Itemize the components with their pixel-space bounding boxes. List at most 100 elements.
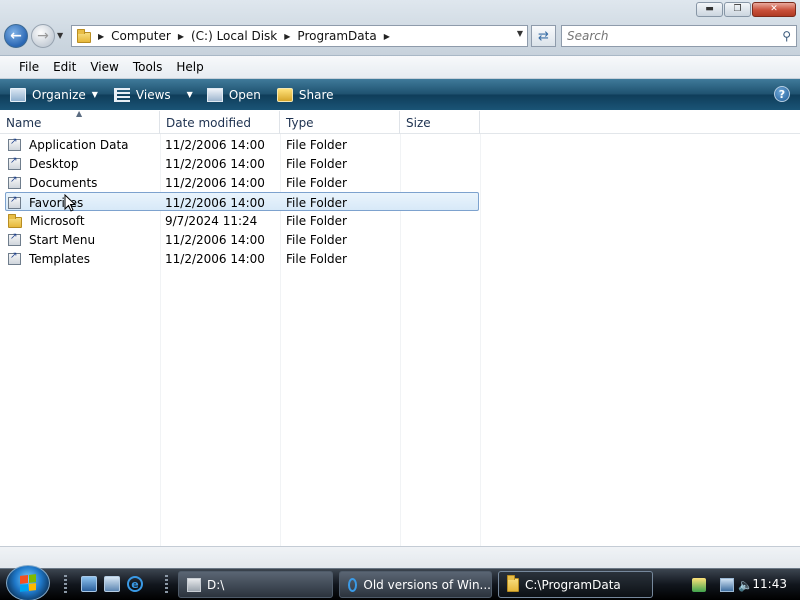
file-type: File Folder [286,156,347,171]
folder-shortcut-icon [8,195,21,209]
address-dropdown-icon[interactable]: ▼ [517,29,523,38]
taskbar-button-label: C:\ProgramData [525,577,621,592]
back-button[interactable]: ← [4,24,28,48]
file-name: Templates [29,251,91,266]
share-icon [276,87,293,102]
recent-pages-dropdown-icon[interactable]: ▼ [57,31,63,40]
folder-shortcut-icon [8,137,21,151]
address-bar[interactable]: ▶ Computer ▶ (C:) Local Disk ▶ ProgramDa… [71,25,528,47]
column-header-name[interactable]: Name ▲ [0,109,160,134]
menu-file[interactable]: File [19,60,39,74]
file-row-documents[interactable]: Documents 11/2/2006 14:00 File Folder [5,173,479,192]
organize-icon [10,87,26,102]
update-shield-icon[interactable] [692,578,706,592]
open-label: Open [228,87,261,102]
taskbar-clock[interactable]: 11:43 [752,577,787,591]
taskbar-button-d-drive[interactable]: D:\ [178,571,333,598]
file-type: File Folder [286,232,347,247]
column-header-size[interactable]: Size [400,111,480,134]
taskbar-button-old-versions[interactable]: Old versions of Win... [339,571,492,598]
column-header-date-label: Date modified [166,115,252,130]
toolbar-grip[interactable] [165,575,168,593]
windows-logo-icon [20,574,36,592]
sort-ascending-icon: ▲ [76,109,83,118]
file-type: File Folder [286,137,347,152]
file-type: File Folder [286,251,347,266]
forward-button[interactable]: → [31,24,55,48]
folder-shortcut-icon [8,251,21,265]
show-desktop-icon[interactable] [81,576,97,592]
file-date: 9/7/2024 11:24 [165,213,258,228]
toolbar-grip[interactable] [64,575,67,593]
chevron-down-icon: ▼ [91,90,98,99]
file-name: Microsoft [30,213,85,228]
volume-muted-icon[interactable]: 🔈 [738,578,753,592]
taskbar-button-programdata[interactable]: C:\ProgramData [498,571,653,598]
search-box[interactable]: ⚲ [561,25,797,47]
file-row-microsoft[interactable]: Microsoft 9/7/2024 11:24 File Folder [5,211,479,230]
folder-shortcut-icon [8,175,21,189]
status-bar [0,546,800,568]
help-button[interactable]: ? [774,86,790,102]
menu-help[interactable]: Help [176,60,203,74]
file-row-favorites[interactable]: Favorites 11/2/2006 14:00 File Folder [5,192,479,211]
file-row-start-menu[interactable]: Start Menu 11/2/2006 14:00 File Folder [5,230,479,249]
file-type: File Folder [286,175,347,190]
search-icon[interactable]: ⚲ [782,29,791,43]
menu-view[interactable]: View [90,60,118,74]
start-button[interactable] [6,565,50,600]
organize-label: Organize [32,87,86,102]
file-row-templates[interactable]: Templates 11/2/2006 14:00 File Folder [5,249,479,268]
share-button[interactable]: Share [271,79,340,110]
breadcrumb-chevron-icon[interactable]: ▶ [178,32,184,41]
internet-explorer-icon[interactable]: e [127,576,143,592]
breadcrumb-chevron-icon[interactable]: ▶ [284,32,290,41]
open-button[interactable]: Open [201,79,267,110]
switch-windows-icon[interactable] [104,576,120,592]
minimize-button[interactable]: ▬ [696,2,723,17]
command-bar: Organize ▼ Views ▼ Open Share [0,79,800,110]
search-input[interactable] [562,26,762,46]
file-row-application-data[interactable]: Application Data 11/2/2006 14:00 File Fo… [5,135,479,154]
taskbar-button-label: Old versions of Win... [363,577,491,592]
breadcrumb-chevron-icon[interactable]: ▶ [98,32,104,41]
refresh-icon: ⇄ [538,28,549,44]
file-date: 11/2/2006 14:00 [165,195,265,210]
maximize-icon: ❐ [733,4,742,14]
file-date: 11/2/2006 14:00 [165,175,265,190]
file-type: File Folder [286,195,347,210]
refresh-button[interactable]: ⇄ [531,25,556,47]
breadcrumb-computer[interactable]: Computer [111,29,171,43]
forward-arrow-icon: → [37,28,49,44]
column-header-name-label: Name [6,115,42,130]
menu-bar: File Edit View Tools Help [0,56,800,79]
breadcrumb-chevron-icon[interactable]: ▶ [384,32,390,41]
file-date: 11/2/2006 14:00 [165,232,265,247]
network-icon[interactable] [720,578,734,592]
file-row-desktop[interactable]: Desktop 11/2/2006 14:00 File Folder [5,154,479,173]
column-header-type-label: Type [286,115,314,130]
minimize-icon: ▬ [705,4,714,14]
views-icon [113,87,130,102]
file-name: Desktop [29,156,79,171]
column-header-type[interactable]: Type [280,111,400,134]
breadcrumb-local-disk[interactable]: (C:) Local Disk [191,29,277,43]
maximize-button[interactable]: ❐ [724,2,751,17]
folder-icon [77,28,91,43]
drive-icon [187,577,201,592]
folder-icon [507,574,519,592]
close-button[interactable]: ✕ [752,2,796,17]
close-icon: ✕ [770,4,778,14]
folder-shortcut-icon [8,156,21,170]
window-controls: ▬ ❐ ✕ [696,2,796,17]
file-date: 11/2/2006 14:00 [165,251,265,266]
menu-tools[interactable]: Tools [133,60,163,74]
column-divider [480,134,481,546]
internet-explorer-icon [348,577,358,592]
column-header-date-modified[interactable]: Date modified [160,111,280,134]
file-name: Documents [29,175,98,190]
breadcrumb-programdata[interactable]: ProgramData [297,29,376,43]
menu-edit[interactable]: Edit [53,60,76,74]
organize-button[interactable]: Organize ▼ [4,79,104,110]
views-button[interactable]: Views ▼ [108,79,199,110]
